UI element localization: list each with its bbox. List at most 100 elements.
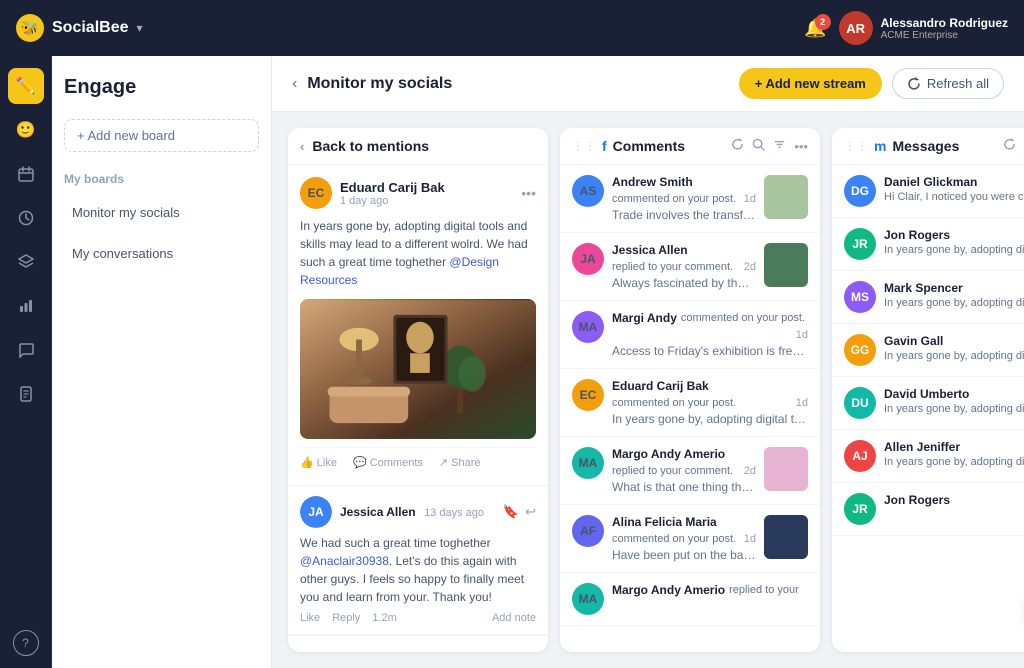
avatar: AR [839,11,873,45]
comment-thumb-2 [764,243,808,287]
msg-header-5: David Umberto 12m [884,387,1024,401]
back-panel-title: Back to mentions [312,138,429,154]
msg-content-6: Allen Jeniffer 12m ✓✓ In years gone by, … [884,440,1024,472]
list-item[interactable]: DU David Umberto 12m In years gone by, a… [832,377,1024,430]
comment-author-2: Jessica Allen [612,243,688,257]
comment-header-7: Margo Andy Amerio replied to your [612,583,808,597]
list-item[interactable]: MA Margo Andy Amerio replied to your [560,573,820,626]
comment-action-7: replied to your [729,584,799,596]
share-button[interactable]: ↗ Share [439,452,481,473]
nav-item-monitor[interactable]: Monitor my socials [64,198,259,227]
msg-header-4: Gavin Gall 12m [884,334,1024,348]
main-header: ‹ Monitor my socials + Add new stream Re… [272,56,1024,112]
messages-stream-actions: ••• [1003,138,1024,154]
list-item[interactable]: JR Jon Rogers 4h ✓✓ In years gone by, ad… [832,218,1024,271]
sidebar-icon-compose[interactable]: ✏️ [8,68,44,104]
list-item[interactable]: GG Gavin Gall 12m In years gone by, adop… [832,324,1024,377]
comments-filter-icon[interactable] [773,138,786,154]
comment-text-3: Access to Friday's exhibition is free or… [612,344,808,358]
messages-drag-handle[interactable]: ⋮⋮ [844,139,868,153]
msg-header-1: Daniel Glickman 12m ✓✓ [884,175,1024,189]
msg-header-6: Allen Jeniffer 12m ✓✓ [884,440,1024,454]
sidebar: ✏️ 🙂 [0,56,52,668]
comments-drag-handle[interactable]: ⋮⋮ [572,139,596,153]
messages-refresh-icon[interactable] [1003,138,1016,154]
add-new-stream-button[interactable]: + Add new stream [739,68,882,99]
list-item[interactable]: AF Alina Felicia Maria commented on your… [560,505,820,573]
reply-reply-button[interactable]: Reply [332,612,360,624]
list-item[interactable]: MA Margi Andy commented on your post. 1d… [560,301,820,369]
logo-caret-icon[interactable]: ▾ [136,21,142,35]
notification-button[interactable]: 🔔 2 [804,18,826,39]
comments-refresh-icon[interactable] [731,138,744,154]
tab-add-note[interactable]: Add note [396,646,460,652]
sidebar-icon-smile[interactable]: 🙂 [8,112,44,148]
tab-add-comment[interactable]: Add comment [300,646,396,652]
comment-content-6: Alina Felicia Maria commented on your po… [612,515,756,562]
layers-svg-icon [18,254,34,270]
reply-text: We had such a great time toghether @Anac… [300,534,536,606]
reply-mention[interactable]: @Anaclair30938 [300,554,389,568]
msg-author-7: Jon Rogers [884,493,950,507]
sidebar-icon-layers[interactable] [8,244,44,280]
comment-author-7: Margo Andy Amerio [612,583,725,597]
comment-avatar-5: MA [572,447,604,479]
comments-search-icon[interactable] [752,138,765,154]
comment-avatar-1: AS [572,175,604,207]
avatar-initials: AR [846,21,865,36]
refresh-all-button[interactable]: Refresh all [892,68,1004,99]
list-item[interactable]: EC Eduard Carij Bak commented on your po… [560,369,820,437]
comment-time-4: 1d [796,397,808,409]
main-content: ‹ Monitor my socials + Add new stream Re… [272,56,1024,668]
list-item[interactable]: MA Margo Andy Amerio replied to your com… [560,437,820,505]
reply-author-info: Jessica Allen 13 days ago [340,503,484,521]
msg-author-1: Daniel Glickman [884,175,977,189]
list-item[interactable]: JA Jessica Allen replied to your comment… [560,233,820,301]
list-item[interactable]: MS Mark Spencer 12m In years gone by, ad… [832,271,1024,324]
msg-avatar-5: DU [844,387,876,419]
add-new-board-button[interactable]: + Add new board [64,119,259,152]
comment-time-5: 2d [744,465,756,477]
reply-like-button[interactable]: Like [300,612,320,624]
sidebar-icon-clock[interactable] [8,200,44,236]
user-menu[interactable]: AR Alessandro Rodriguez ACME Enterprise [839,11,1008,45]
msg-header-2: Jon Rogers 4h ✓✓ [884,228,1024,242]
comment-action-6: commented on your post. [612,533,736,545]
calendar-svg-icon [18,166,34,182]
sidebar-icon-doc[interactable] [8,376,44,412]
comment-header-1: Andrew Smith commented on your post. 1d [612,175,756,205]
bookmark-icon[interactable]: 🔖 [503,504,519,520]
like-button[interactable]: 👍 Like [300,452,337,473]
comment-action-3: commented on your post. [681,312,805,324]
chat-svg-icon [18,342,34,358]
msg-author-5: David Umberto [884,387,969,401]
comments-button[interactable]: 💬 Comments [353,452,423,473]
sidebar-icon-help[interactable]: ? [13,630,39,656]
reply-icon[interactable]: ↩ [525,504,536,520]
comment-author-6: Alina Felicia Maria [612,515,717,529]
nav-item-conversations[interactable]: My conversations [64,239,259,268]
refresh-icon [907,77,921,91]
back-button[interactable]: ‹ [292,75,297,93]
list-item[interactable]: DG Daniel Glickman 12m ✓✓ Hi Clair, I no… [832,165,1024,218]
back-to-mentions-panel: ‹ Back to mentions EC Eduard Carij [288,128,548,652]
msg-content-2: Jon Rogers 4h ✓✓ In years gone by, adopt… [884,228,1024,260]
sidebar-icon-calendar[interactable] [8,156,44,192]
msg-text-2: In years gone by, adopting digital tools… [884,244,1024,256]
sidebar-icon-chart[interactable] [8,288,44,324]
messages-stream-title: Messages [892,138,997,154]
comment-content-5: Margo Andy Amerio replied to your commen… [612,447,756,494]
comments-more-icon[interactable]: ••• [794,139,808,154]
sidebar-icon-chat[interactable] [8,332,44,368]
left-panel: Engage + Add new board My boards Monitor… [52,56,272,668]
post-menu-button[interactable]: ••• [521,185,536,201]
messages-platform-icon: m [874,138,886,154]
reply-header-icons: 🔖 ↩ [503,504,536,520]
list-item[interactable]: AS Andrew Smith commented on your post. … [560,165,820,233]
back-to-mentions-button[interactable]: ‹ [300,139,304,154]
reply-add-note-button[interactable]: Add note [492,612,536,624]
list-item[interactable]: AJ Allen Jeniffer 12m ✓✓ In years gone b… [832,430,1024,483]
messages-stream: ⋮⋮ m Messages ••• [832,128,1024,652]
msg-author-6: Allen Jeniffer [884,440,960,454]
list-item[interactable]: JR Jon Rogers 12m ✓✓ [832,483,1024,536]
